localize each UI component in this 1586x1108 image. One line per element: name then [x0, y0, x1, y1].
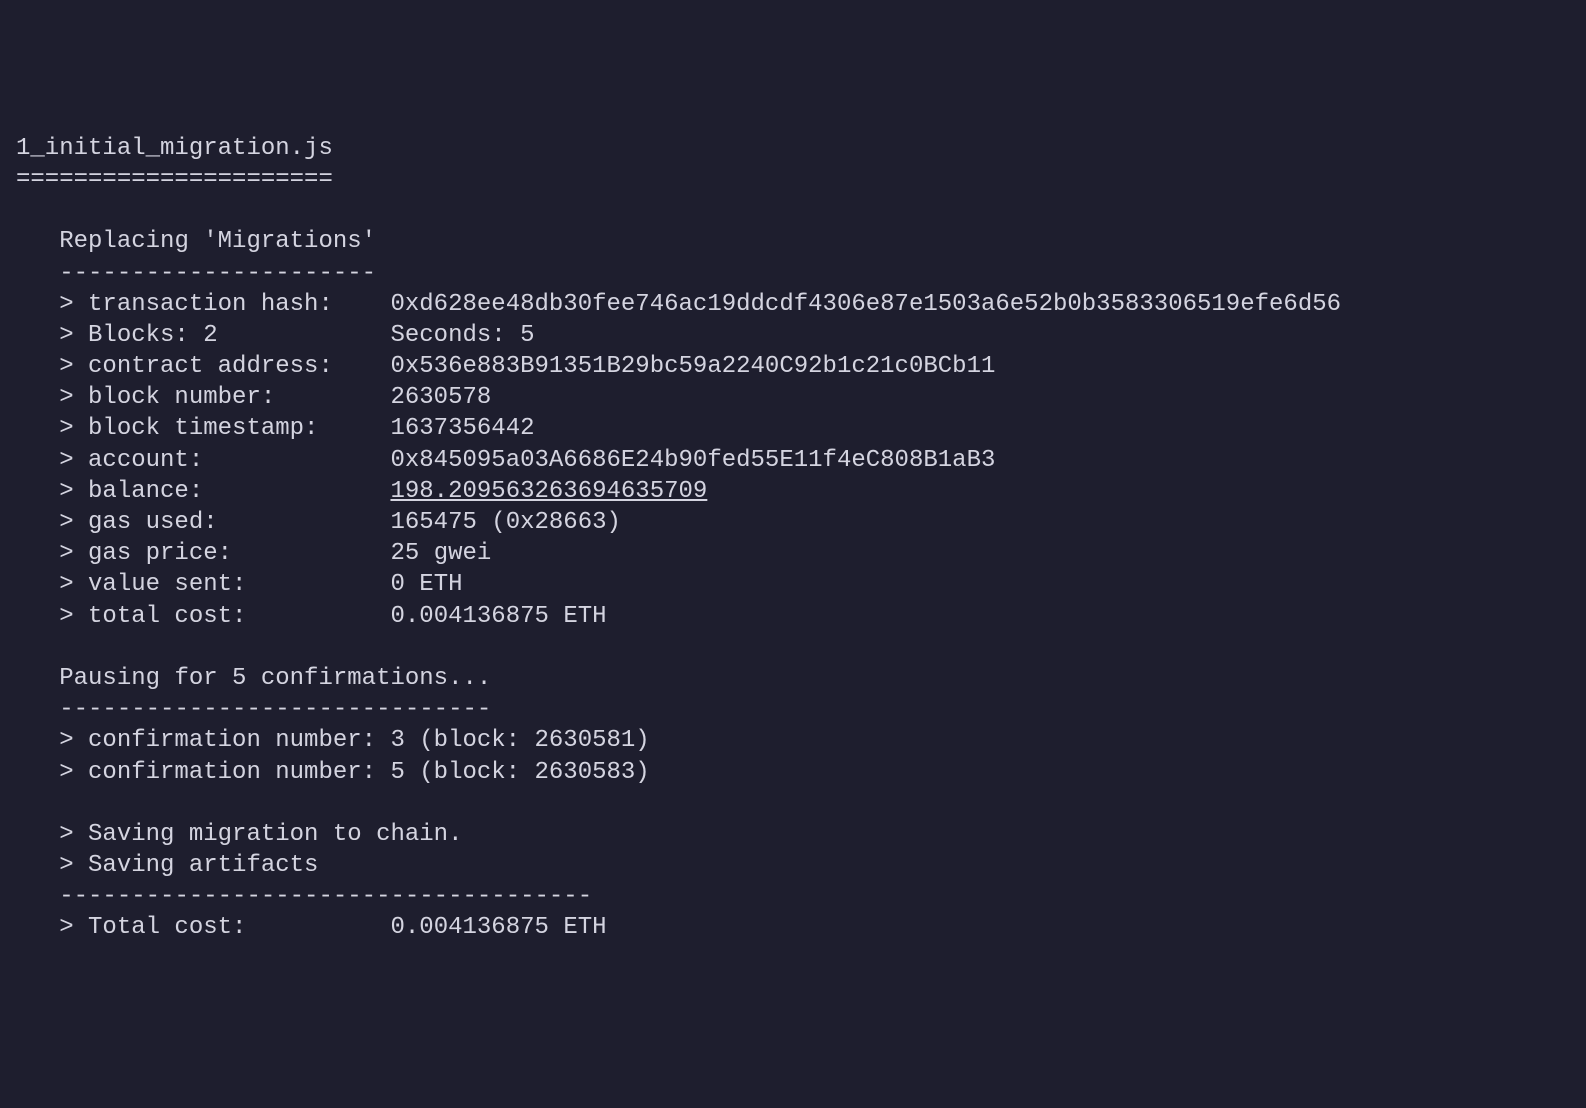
- pausing-message: Pausing for 5 confirmations...: [59, 665, 491, 692]
- value-sent-label: value sent:: [88, 571, 246, 598]
- summary-underline: -------------------------------------: [59, 883, 592, 910]
- action-underline: ----------------------: [59, 260, 376, 287]
- saving-migration: Saving migration to chain.: [88, 821, 462, 848]
- pausing-underline: ------------------------------: [59, 696, 491, 723]
- account-label: account:: [88, 447, 203, 474]
- terminal-output: 1_initial_migration.js =================…: [16, 133, 1570, 944]
- seconds-label: Seconds: 5: [390, 322, 534, 349]
- tx-hash-label: transaction hash:: [88, 291, 333, 318]
- account-value: 0x845095a03A6686E24b90fed55E11f4eC808B1a…: [390, 447, 995, 474]
- block-number-label: block number:: [88, 384, 275, 411]
- gas-price-label: gas price:: [88, 540, 232, 567]
- action-heading: Replacing 'Migrations': [59, 228, 376, 255]
- migration-filename: 1_initial_migration.js: [16, 135, 333, 162]
- block-timestamp-value: 1637356442: [390, 415, 534, 442]
- block-number-value: 2630578: [390, 384, 491, 411]
- gas-price-value: 25 gwei: [390, 540, 491, 567]
- balance-value: 198.209563263694635709: [390, 478, 707, 505]
- saving-artifacts: Saving artifacts: [88, 852, 318, 879]
- blocks-label: Blocks: 2: [88, 322, 218, 349]
- balance-label: balance:: [88, 478, 203, 505]
- block-timestamp-label: block timestamp:: [88, 415, 318, 442]
- confirmation-2: confirmation number: 5 (block: 2630583): [88, 759, 650, 786]
- filename-underline: ======================: [16, 166, 333, 193]
- total-cost-label: total cost:: [88, 603, 246, 630]
- value-sent-value: 0 ETH: [390, 571, 462, 598]
- contract-address-value: 0x536e883B91351B29bc59a2240C92b1c21c0BCb…: [390, 353, 995, 380]
- gas-used-value: 165475 (0x28663): [390, 509, 620, 536]
- total-cost-value: 0.004136875 ETH: [390, 603, 606, 630]
- tx-hash-value: 0xd628ee48db30fee746ac19ddcdf4306e87e150…: [390, 291, 1341, 318]
- gas-used-label: gas used:: [88, 509, 218, 536]
- contract-address-label: contract address:: [88, 353, 333, 380]
- confirmation-1: confirmation number: 3 (block: 2630581): [88, 727, 650, 754]
